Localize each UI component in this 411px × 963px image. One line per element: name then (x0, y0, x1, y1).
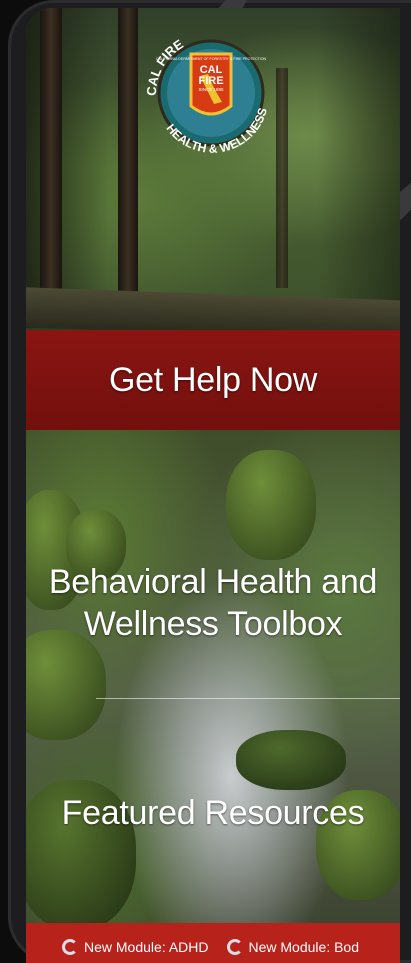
ticker-item[interactable]: New Module: ADHD (62, 939, 209, 955)
module-c-icon (62, 939, 78, 955)
featured-resources-label: Featured Resources (61, 793, 365, 832)
app-screen: CALIFORNIA DEPARTMENT OF FORESTRY & FIRE… (26, 8, 400, 963)
tree-trunk (40, 8, 62, 308)
toolbox-label: Behavioral Health and Wellness Toolbox (48, 561, 378, 646)
get-help-now-label: Get Help Now (108, 360, 318, 399)
toolbox-label-line1: Behavioral Health and (48, 562, 378, 601)
ticker-item-label: New Module: ADHD (84, 939, 209, 955)
section-divider (96, 698, 400, 699)
stream-background (26, 430, 400, 963)
cal-fire-health-wellness-logo: CALIFORNIA DEPARTMENT OF FORESTRY & FIRE… (144, 36, 270, 156)
tree-trunk (118, 8, 138, 298)
toolbox-label-line2: Wellness Toolbox (83, 605, 343, 643)
ticker-item[interactable]: New Module: Bod (226, 939, 360, 955)
toolbox-button[interactable]: Behavioral Health and Wellness Toolbox (26, 538, 400, 668)
shield-since-text: SINCE 1885 (198, 87, 224, 92)
featured-resources-button[interactable]: Featured Resources (26, 768, 400, 858)
news-ticker[interactable]: New Module: ADHD New Module: Bod (26, 923, 400, 963)
forest-background: CALIFORNIA DEPARTMENT OF FORESTRY & FIRE… (26, 8, 400, 341)
ticker-item-label: New Module: Bod (248, 939, 360, 955)
shield-fire-text: FIRE (198, 75, 223, 87)
module-c-icon (226, 939, 243, 955)
get-help-now-button[interactable]: Get Help Now (26, 330, 400, 430)
